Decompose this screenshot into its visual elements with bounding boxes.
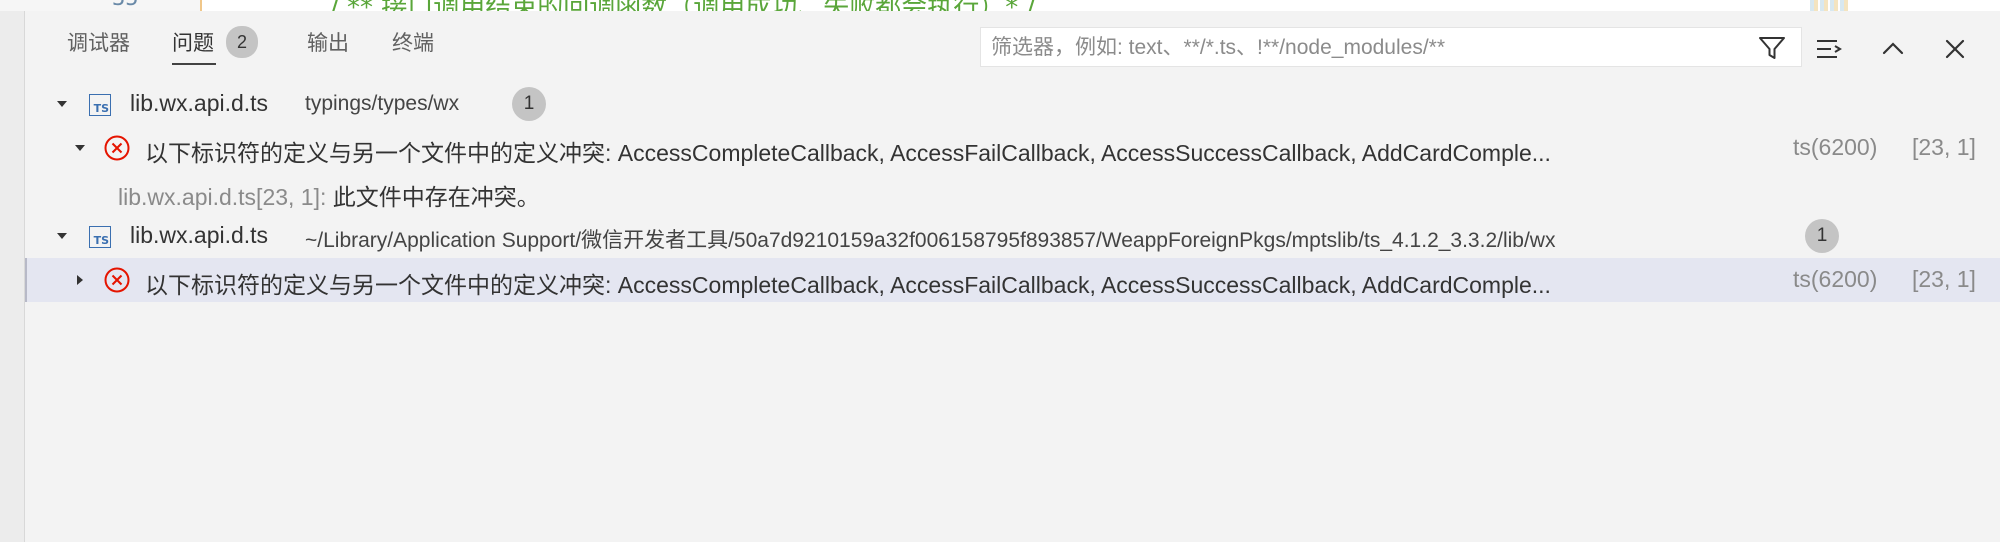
minimap[interactable] [1810,0,1850,11]
file-name: lib.wx.api.d.ts [130,90,269,116]
tab-label: 调试器 [67,32,130,55]
problem-count-badge: 1 [512,87,546,121]
tab-label: 问题 [172,32,214,55]
related-info: lib.wx.api.d.ts[23, 1]: 此文件中存在冲突。 [118,178,540,212]
related-file[interactable]: lib.wx.api.d.ts[23, 1]: [118,184,326,210]
related-text: 此文件中存在冲突。 [332,184,540,210]
chevron-right-icon[interactable] [73,273,87,287]
editor-gutter: 35 [0,0,202,11]
filter-icon[interactable] [1757,34,1787,62]
problem-row[interactable]: 以下标识符的定义与另一个文件中的定义冲突: AccessCompleteCall… [25,126,2000,170]
problems-count-badge: 2 [226,26,258,58]
problem-code: ts(6200) [1793,266,1878,292]
problem-position: [23, 1] [1912,134,1976,160]
related-info-row[interactable]: lib.wx.api.d.ts[23, 1]: 此文件中存在冲突。 [25,170,2000,214]
tab-debugger[interactable]: 调试器 [67,11,130,73]
problem-file-row[interactable]: TS lib.wx.api.d.ts typings/types/wx 1 [25,82,2000,126]
activity-rail [0,11,25,542]
problem-count-badge: 1 [1805,219,1839,253]
problem-row-selected[interactable]: 以下标识符的定义与另一个文件中的定义冲突: AccessCompleteCall… [25,258,2000,302]
filter-input[interactable] [989,28,1733,68]
file-name: lib.wx.api.d.ts [130,222,269,248]
tab-problems[interactable]: 问题 2 [172,11,258,73]
tab-label: 输出 [307,32,349,55]
chevron-down-icon[interactable] [55,229,69,243]
error-icon [104,267,130,293]
chevron-down-icon[interactable] [73,141,87,155]
file-path: typings/types/wx [305,92,460,115]
tab-label: 终端 [392,32,434,55]
typescript-file-icon: TS [89,226,111,248]
maximize-panel-icon[interactable] [1877,33,1909,65]
editor-strip: 35 / ** 接口调用结束的回调函数（调用成功、失败都会执行）* / [0,0,2000,11]
code-comment: / ** 接口调用结束的回调函数（调用成功、失败都会执行）* / [330,0,1035,11]
file-path: ~/Library/Application Support/微信开发者工具/50… [305,229,1556,252]
problem-message: 以下标识符的定义与另一个文件中的定义冲突: AccessCompleteCall… [145,140,1551,166]
error-icon [104,135,130,161]
problem-code: ts(6200) [1793,134,1878,160]
close-panel-icon[interactable] [1939,33,1971,65]
problems-panel: 调试器 问题 2 输出 终端 TS [25,11,2000,542]
problem-position: [23, 1] [1912,266,1976,292]
line-number: 35 [112,0,139,11]
tab-output[interactable]: 输出 [307,11,349,73]
filter-box [980,27,1802,68]
tab-terminal[interactable]: 终端 [392,11,434,73]
chevron-down-icon[interactable] [55,97,69,111]
problem-message: 以下标识符的定义与另一个文件中的定义冲突: AccessCompleteCall… [145,272,1551,298]
typescript-file-icon: TS [89,94,111,116]
problem-file-row[interactable]: TS lib.wx.api.d.ts ~/Library/Application… [25,214,2000,258]
collapse-all-icon[interactable] [1813,33,1845,65]
